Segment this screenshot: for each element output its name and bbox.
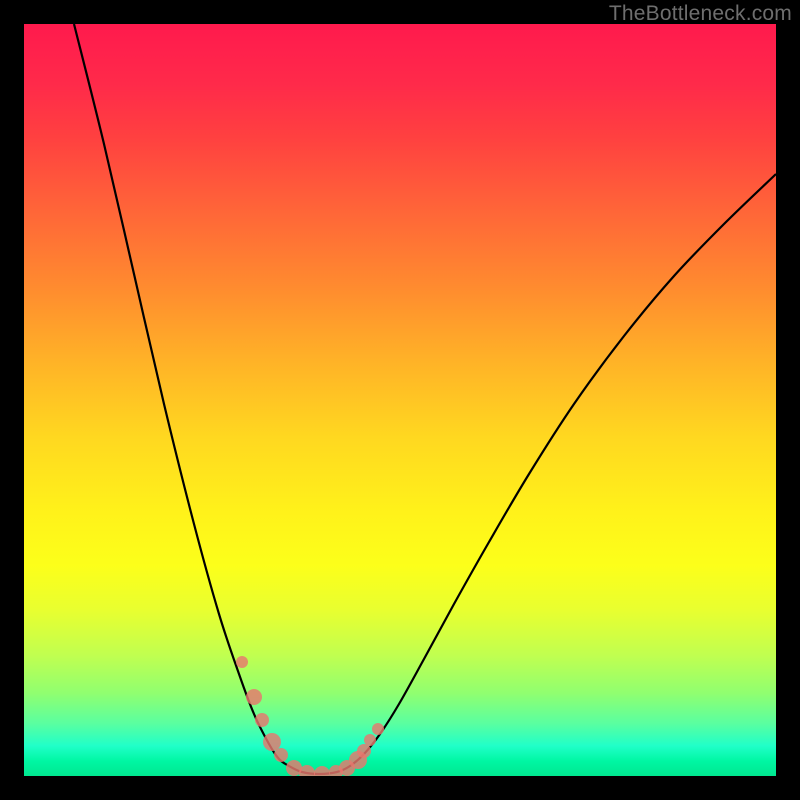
data-markers bbox=[236, 656, 384, 776]
data-marker bbox=[314, 766, 330, 776]
data-marker bbox=[236, 656, 248, 668]
data-marker bbox=[263, 733, 281, 751]
data-marker bbox=[372, 723, 384, 735]
data-marker bbox=[364, 734, 376, 746]
bottleneck-curve bbox=[74, 24, 776, 774]
data-marker bbox=[274, 748, 288, 762]
watermark-text: TheBottleneck.com bbox=[609, 2, 792, 26]
data-marker bbox=[255, 713, 269, 727]
chart-svg bbox=[24, 24, 776, 776]
chart-frame bbox=[24, 24, 776, 776]
data-marker bbox=[246, 689, 262, 705]
data-marker bbox=[357, 744, 371, 758]
